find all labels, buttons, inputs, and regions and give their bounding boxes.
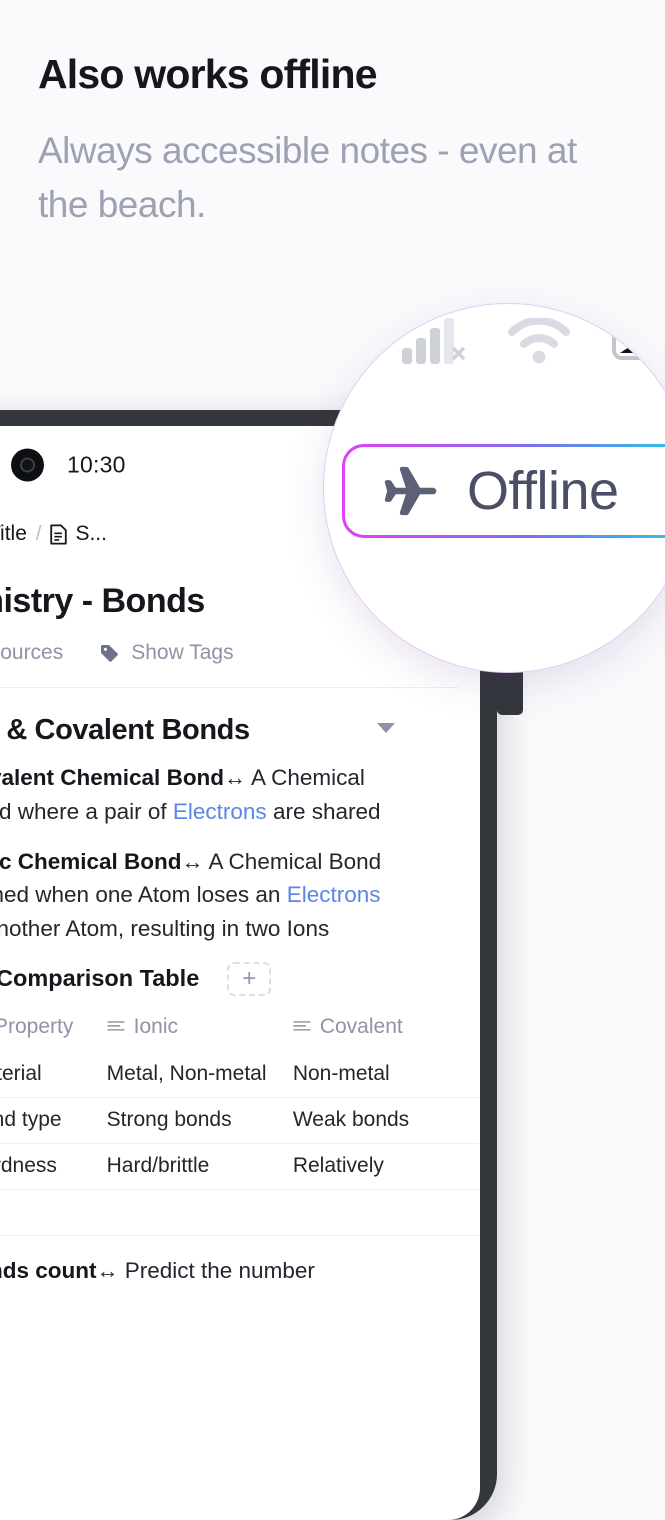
offline-badge-label: Offline	[467, 461, 619, 521]
table-cell[interactable]: Hard/brittle	[107, 1154, 293, 1178]
table-cell[interactable]: Relatively	[293, 1154, 479, 1178]
magnified-status-icons	[402, 318, 665, 364]
breadcrumb-item-title[interactable]: Title	[0, 522, 27, 546]
term-label: Ionic Chemical Bond	[0, 848, 182, 874]
breadcrumb: Title / S...	[0, 522, 107, 546]
section-title[interactable]: Ionic & Covalent Bonds	[0, 714, 250, 747]
table-cell[interactable]: Weak bonds	[293, 1108, 479, 1132]
show-tags-label: Show Tags	[131, 641, 234, 664]
text-align-icon	[106, 1020, 125, 1031]
section-body: Covalent Chemical Bond↔ A Chemical Bond …	[0, 747, 479, 1288]
document-icon	[50, 523, 68, 545]
list-item: Bonds count↔ Predict the number	[0, 1254, 458, 1288]
list-item-text[interactable]: Ionic Chemical Bond↔ A Chemical Bond for…	[0, 845, 389, 946]
table-cell[interactable]: Strong bonds	[107, 1108, 293, 1132]
note-action-bar: Add Sources Show Tags	[0, 641, 458, 665]
table-cell[interactable]: Metal, Non-metal	[107, 1062, 293, 1086]
table-cell[interactable]: Non-metal	[293, 1062, 479, 1086]
list-item: Covalent Chemical Bond↔ A Chemical Bond …	[0, 761, 458, 829]
show-tags-button[interactable]: Show Tags	[99, 641, 234, 665]
table-cell[interactable]: Material	[0, 1062, 107, 1086]
add-sources-label: Add Sources	[0, 641, 64, 664]
promo-headline: Also works offline	[38, 51, 378, 97]
breadcrumb-label: S...	[75, 522, 107, 545]
tag-icon	[101, 644, 119, 662]
relation-arrow-icon: ↔	[96, 1257, 119, 1283]
table-header-cell[interactable]: Property	[0, 1015, 107, 1039]
table-row: Bond type Strong bonds Weak bonds	[0, 1098, 479, 1144]
promo-subheadline: Always accessible notes - even at the be…	[38, 129, 577, 225]
term-label: Covalent Chemical Bond	[0, 765, 225, 790]
column-label: Ionic	[133, 1014, 178, 1038]
offline-badge-inner: Offline	[345, 447, 665, 535]
camera-punch-hole	[11, 448, 44, 482]
table-header-cell[interactable]: Ionic	[106, 1014, 293, 1039]
battery-icon	[612, 322, 665, 360]
table-cell[interactable]: Bond type	[0, 1108, 107, 1132]
electrons-link[interactable]: Electrons	[287, 882, 381, 907]
tail-text: Predict the number	[118, 1257, 315, 1283]
table-title[interactable]: Comparison Table	[0, 965, 199, 992]
text-after-link: are shared	[266, 798, 381, 824]
note-content: Ionic & Covalent Bonds Covalent Chemical…	[0, 688, 480, 1288]
relation-arrow-icon: ↔	[181, 848, 204, 874]
relation-arrow-icon: ↔	[224, 765, 247, 790]
table-cell[interactable]: Hardness	[0, 1154, 107, 1178]
breadcrumb-label: Title	[0, 522, 27, 545]
list-item-text[interactable]: Bonds count↔ Predict the number	[0, 1254, 315, 1288]
section-header: Ionic & Covalent Bonds	[0, 714, 458, 747]
comparison-table: Property Ionic Covalent erial Metal, Non…	[0, 1002, 479, 1236]
list-item: Ionic Chemical Bond↔ A Chemical Bond for…	[0, 845, 458, 946]
column-label: Property	[0, 1014, 74, 1038]
add-table-row-button[interactable]: +	[0, 1190, 479, 1236]
text-align-icon	[293, 1020, 311, 1031]
table-header-row: Property Ionic Covalent	[0, 1002, 479, 1052]
column-label: Covalent	[319, 1014, 403, 1038]
promo-text-block: Also works offline Always accessible not…	[38, 51, 638, 231]
status-clock: 10:30	[67, 451, 126, 478]
add-table-column-button[interactable]: +	[227, 961, 272, 996]
term-label: Bonds count	[0, 1257, 97, 1283]
wifi-icon	[508, 318, 570, 364]
table-block: Comparison Table + Property Ionic Covale…	[0, 961, 479, 1236]
electrons-link[interactable]: Electrons	[173, 799, 267, 824]
table-title-row: Comparison Table +	[0, 961, 479, 996]
list-item-text[interactable]: Covalent Chemical Bond↔ A Chemical Bond …	[0, 761, 389, 829]
text-after-link: to another Atom, resulting in two Ions	[0, 916, 330, 941]
chevron-down-icon[interactable]	[377, 723, 395, 733]
table-header-cell[interactable]: Covalent	[293, 1015, 479, 1039]
signal-off-icon	[402, 318, 466, 364]
table-row: Hardness Hard/brittle Relatively	[0, 1144, 479, 1190]
airplane-icon	[384, 466, 437, 516]
table-row: Material Metal, Non-metal Non-metal	[0, 1052, 479, 1098]
offline-badge[interactable]: Offline	[342, 444, 665, 538]
breadcrumb-separator: /	[35, 522, 42, 545]
breadcrumb-item-sub[interactable]: S...	[50, 522, 107, 546]
add-sources-button[interactable]: Add Sources	[0, 641, 63, 665]
